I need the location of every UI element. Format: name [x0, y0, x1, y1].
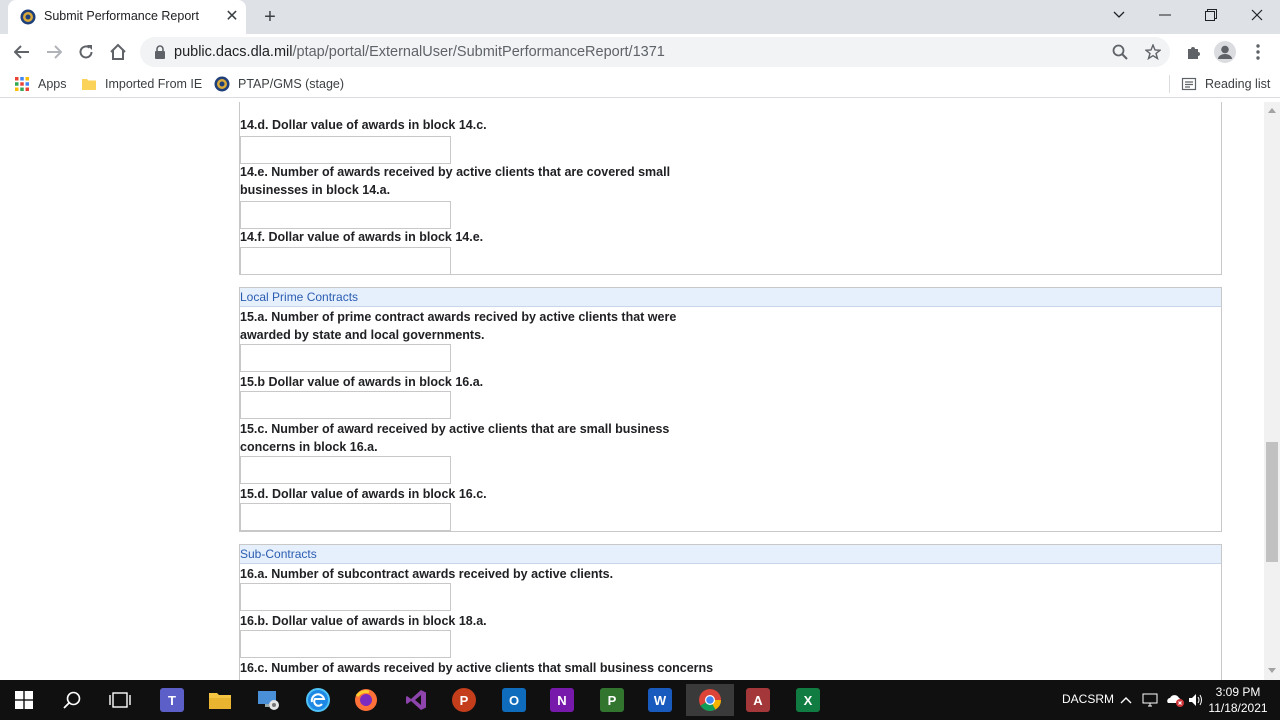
bookmarks-bar: Apps Imported From IE PTAP/GMS (stage) R… — [0, 70, 1280, 98]
close-window-button[interactable] — [1234, 0, 1280, 30]
project-icon[interactable]: P — [588, 684, 636, 716]
panel-local-prime-contracts: Local Prime Contracts 15.a. Number of pr… — [239, 287, 1222, 532]
control-panel-icon[interactable] — [244, 684, 292, 716]
question-14f-label: 14.f. Dollar value of awards in block 14… — [240, 230, 484, 244]
clock-time: 3:09 PM — [1215, 685, 1261, 699]
panel-prime-contracts-continued: 14.d. Dollar value of awards in block 14… — [239, 102, 1222, 275]
firefox-icon[interactable] — [342, 684, 390, 716]
reading-list-button[interactable]: Reading list — [1181, 75, 1270, 93]
onenote-icon[interactable]: N — [538, 684, 586, 716]
file-explorer-icon[interactable] — [196, 684, 244, 716]
clock-date: 11/18/2021 — [1208, 701, 1268, 715]
bookmarks-separator — [1169, 75, 1170, 93]
system-clock[interactable]: 3:09 PM 11/18/2021 — [1200, 684, 1276, 716]
browser-titlebar: Submit Performance Report ✕ + — [0, 0, 1280, 34]
question-15c-label: 15.c. Number of award received by active… — [240, 422, 670, 454]
dla-seal-icon — [20, 9, 36, 25]
answer-16b-input[interactable] — [240, 630, 451, 658]
task-view-icon[interactable] — [96, 684, 144, 716]
word-icon[interactable]: W — [636, 684, 684, 716]
page-content: 14.d. Dollar value of awards in block 14… — [0, 102, 1264, 680]
apps-grid-icon — [15, 77, 29, 91]
answer-15c-input[interactable] — [240, 456, 451, 484]
tray-label[interactable]: DACSRM — [1062, 692, 1114, 706]
panel-sub-contracts: Sub-Contracts 16.a. Number of subcontrac… — [239, 544, 1222, 680]
address-bar[interactable]: public.dacs.dla.mil/ptap/portal/External… — [140, 37, 1170, 67]
extensions-puzzle-icon[interactable] — [1182, 40, 1206, 64]
bookmark-ptap-gms[interactable]: PTAP/GMS (stage) — [214, 75, 344, 93]
edge-icon[interactable] — [294, 684, 342, 716]
zoom-search-icon[interactable] — [1110, 42, 1130, 62]
new-tab-button[interactable]: + — [258, 6, 282, 28]
browser-tab[interactable]: Submit Performance Report ✕ — [8, 0, 246, 34]
section-header: Local Prime Contracts — [240, 288, 1221, 307]
onedrive-error-icon[interactable] — [1162, 684, 1188, 716]
question-15d-label: 15.d. Dollar value of awards in block 16… — [240, 487, 487, 501]
folder-icon — [82, 79, 96, 90]
browser-toolbar: public.dacs.dla.mil/ptap/portal/External… — [0, 34, 1280, 70]
minimize-button[interactable] — [1142, 0, 1188, 30]
question-15b-label: 15.b Dollar value of awards in block 16.… — [240, 375, 484, 389]
profile-avatar-icon[interactable] — [1213, 40, 1237, 64]
answer-16a-input[interactable] — [240, 583, 451, 611]
question-15a-label: 15.a. Number of prime contract awards re… — [240, 310, 677, 342]
reading-list-icon — [1181, 77, 1197, 91]
forward-arrow-icon[interactable] — [42, 40, 66, 64]
bookmark-imported-from-ie[interactable]: Imported From IE — [81, 75, 202, 93]
question-16a-label: 16.a. Number of subcontract awards recei… — [240, 567, 614, 581]
answer-15b-input[interactable] — [240, 391, 451, 419]
lock-icon — [155, 45, 165, 59]
section-header: Sub-Contracts — [240, 545, 1221, 564]
answer-14e-input[interactable] — [240, 201, 451, 229]
search-icon[interactable] — [48, 684, 96, 716]
scroll-up-icon[interactable] — [1268, 108, 1276, 113]
reload-icon[interactable] — [74, 40, 98, 64]
dla-seal-icon — [214, 76, 230, 92]
chrome-icon[interactable] — [686, 684, 734, 716]
scroll-down-icon[interactable] — [1268, 668, 1276, 673]
access-icon[interactable]: A — [734, 684, 782, 716]
answer-14d-input[interactable] — [240, 136, 451, 164]
menu-dots-icon[interactable] — [1246, 40, 1270, 64]
visual-studio-icon[interactable] — [392, 684, 440, 716]
excel-icon[interactable]: X — [784, 684, 832, 716]
page-scrollbar[interactable] — [1264, 102, 1280, 680]
url-text: public.dacs.dla.mil/ptap/portal/External… — [174, 44, 665, 60]
tab-title: Submit Performance Report — [44, 9, 199, 23]
tab-search-icon[interactable] — [1096, 0, 1142, 30]
question-14e-label: 14.e. Number of awards received by activ… — [240, 165, 671, 197]
answer-15d-input[interactable] — [240, 503, 451, 531]
windows-taskbar: T P O N P W A X DACSRM 3:09 PM 11/18/202… — [0, 680, 1280, 720]
answer-14f-input[interactable] — [240, 247, 451, 275]
home-icon[interactable] — [106, 40, 130, 64]
scroll-thumb[interactable] — [1266, 442, 1278, 562]
outlook-icon[interactable]: O — [490, 684, 538, 716]
back-arrow-icon[interactable] — [10, 40, 34, 64]
windows-start-icon[interactable] — [0, 684, 48, 716]
bookmark-star-icon[interactable] — [1143, 42, 1163, 62]
question-16b-label: 16.b. Dollar value of awards in block 18… — [240, 614, 487, 628]
teams-icon[interactable]: T — [148, 684, 196, 716]
powerpoint-icon[interactable]: P — [440, 684, 488, 716]
question-14d-label: 14.d. Dollar value of awards in block 14… — [240, 118, 487, 132]
show-hidden-icons-chevron-icon[interactable] — [1114, 684, 1138, 716]
question-16c-label: 16.c. Number of awards received by activ… — [240, 661, 714, 680]
bookmark-apps[interactable]: Apps — [14, 75, 67, 93]
tab-close-icon[interactable]: ✕ — [224, 9, 240, 25]
answer-15a-input[interactable] — [240, 344, 451, 372]
network-icon[interactable] — [1138, 684, 1162, 716]
restore-button[interactable] — [1188, 0, 1234, 30]
